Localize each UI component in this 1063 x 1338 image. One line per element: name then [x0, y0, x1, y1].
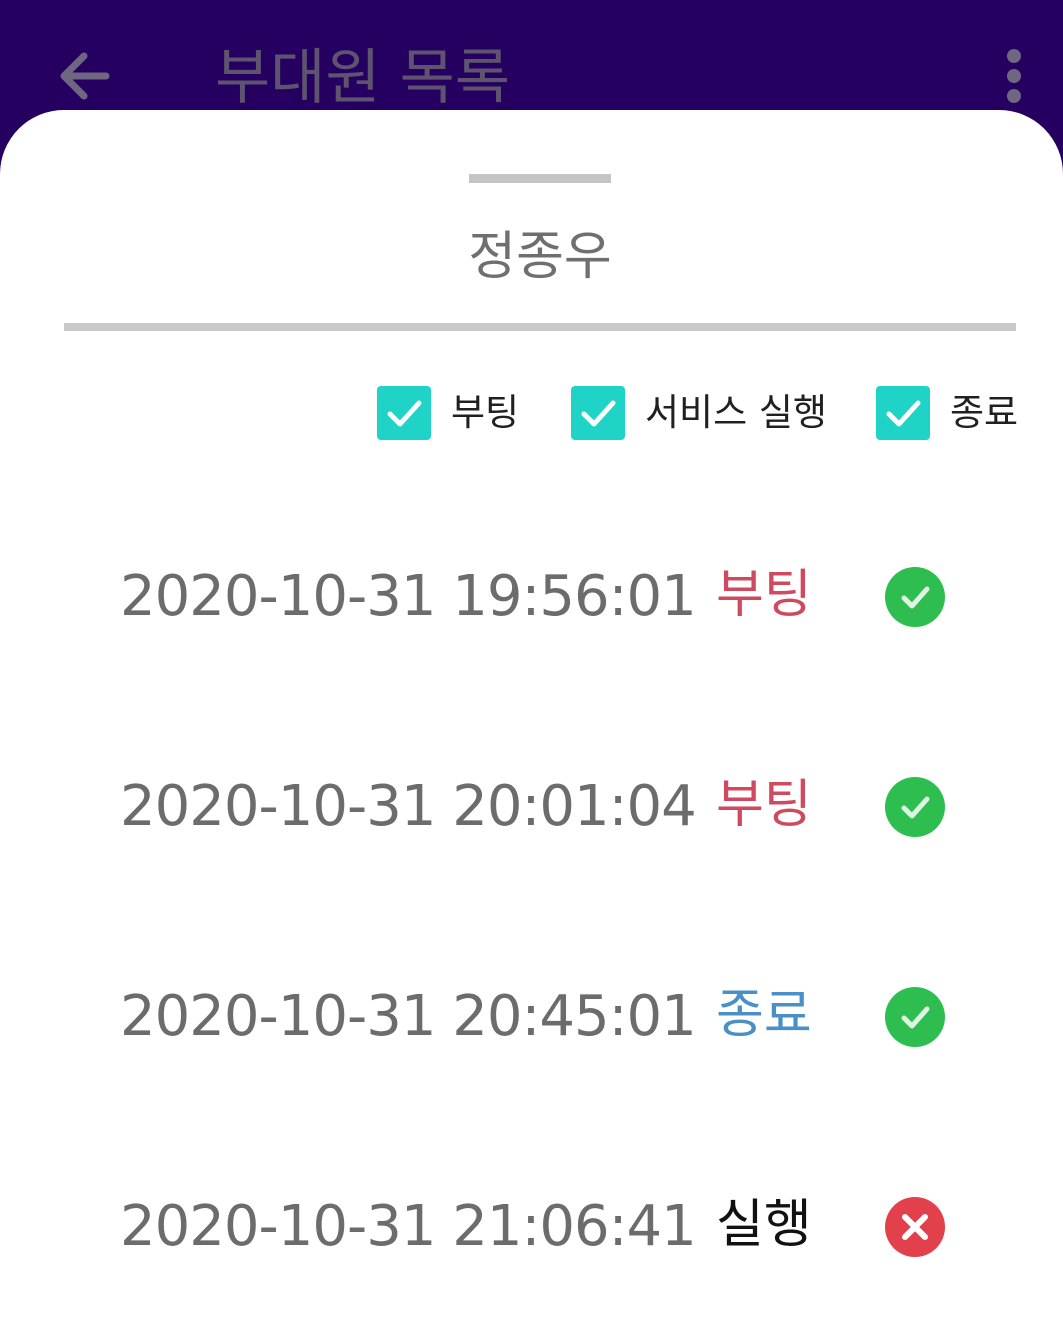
check-circle-icon — [885, 777, 945, 837]
divider — [64, 323, 1016, 331]
checkmark-icon — [886, 400, 921, 427]
event-time: 2020-10-31 20:45:01 — [120, 984, 697, 1049]
more-vertical-icon[interactable] — [998, 48, 1030, 104]
x-circle-icon — [885, 1197, 945, 1257]
event-type: 실행 — [716, 1195, 812, 1255]
filter-checkbox[interactable] — [876, 386, 930, 440]
filter-label: 부팅 — [451, 391, 520, 434]
drag-handle[interactable] — [469, 174, 611, 183]
list-item: 2020-10-31 19:56:01 부팅 — [0, 547, 1063, 647]
list-item: 2020-10-31 20:45:01 종료 — [0, 967, 1063, 1067]
page-title: 부대원 목록 — [215, 43, 511, 113]
arrow-left-icon[interactable] — [56, 48, 112, 104]
event-time: 2020-10-31 20:01:04 — [120, 774, 697, 839]
event-time: 2020-10-31 21:06:41 — [120, 1194, 697, 1259]
checkmark-icon — [387, 400, 422, 427]
filter-label: 종료 — [950, 391, 1019, 434]
checkmark-icon — [581, 400, 616, 427]
sheet-title: 정종우 — [468, 227, 612, 287]
filter-checkbox[interactable] — [571, 386, 625, 440]
list-item: 2020-10-31 21:06:41 실행 — [0, 1177, 1063, 1277]
bottom-sheet: 정종우 부팅 서비스 실행 종료 2020-10-31 19:56:01 부팅 — [0, 110, 1063, 1338]
event-type: 종료 — [716, 985, 812, 1045]
filter-service-run[interactable]: 서비스 실행 — [571, 384, 827, 442]
event-type: 부팅 — [716, 565, 812, 625]
filter-boot[interactable]: 부팅 — [377, 384, 519, 442]
filter-shutdown[interactable]: 종료 — [876, 384, 1018, 442]
filter-checkbox[interactable] — [377, 386, 431, 440]
check-circle-icon — [885, 987, 945, 1047]
check-circle-icon — [885, 567, 945, 627]
event-time: 2020-10-31 19:56:01 — [120, 564, 697, 629]
list-item: 2020-10-31 20:01:04 부팅 — [0, 757, 1063, 857]
event-type: 부팅 — [716, 775, 812, 835]
filter-label: 서비스 실행 — [645, 391, 827, 434]
